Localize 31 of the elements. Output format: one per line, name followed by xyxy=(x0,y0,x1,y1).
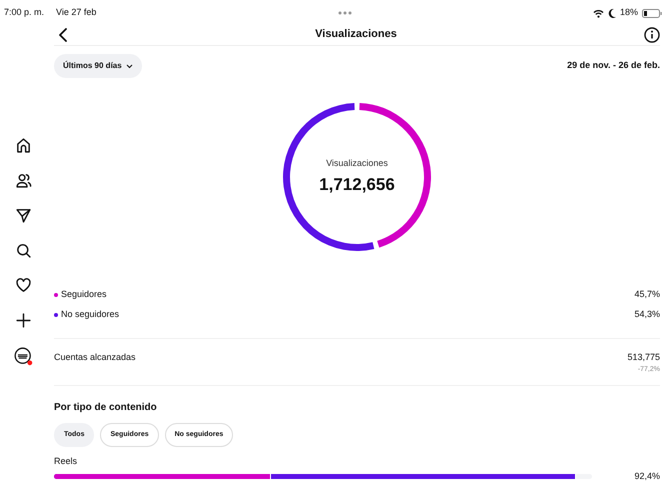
plus-icon[interactable] xyxy=(14,312,32,329)
content-value: 92,4% xyxy=(634,470,660,483)
wifi-icon xyxy=(592,8,604,18)
heart-icon[interactable] xyxy=(14,277,32,294)
info-icon[interactable] xyxy=(644,26,660,42)
people-icon[interactable] xyxy=(14,172,32,189)
date-range: 29 de nov. - 26 de feb. xyxy=(567,59,660,72)
chevron-down-icon xyxy=(126,64,133,68)
status-date: Vie 27 feb xyxy=(56,6,96,20)
page-title: Visualizaciones xyxy=(315,27,397,42)
moon-icon xyxy=(608,8,616,18)
reach-value: 513,775 xyxy=(627,351,660,364)
status-time: 7:00 p. m. xyxy=(4,6,44,20)
send-icon[interactable] xyxy=(14,207,32,224)
avatar-icon[interactable] xyxy=(14,347,32,366)
dots-icon xyxy=(338,11,352,15)
legend-value: 54,3% xyxy=(634,308,660,321)
section-title: Por tipo de contenido xyxy=(54,402,157,414)
legend-label: No seguidores xyxy=(61,308,120,321)
period-dropdown[interactable]: Últimos 90 días xyxy=(54,54,142,78)
legend-label: Seguidores xyxy=(61,288,107,301)
chart-label: Visualizaciones xyxy=(326,156,388,170)
home-icon[interactable] xyxy=(14,137,32,154)
legend-value: 45,7% xyxy=(634,288,660,301)
battery-percent: 18% xyxy=(620,6,638,20)
battery-icon xyxy=(642,8,662,18)
search-icon[interactable] xyxy=(14,242,32,259)
back-icon[interactable] xyxy=(58,28,68,42)
reach-label: Cuentas alcanzadas xyxy=(54,351,136,364)
total-views: 1,712,656 xyxy=(319,174,395,196)
content-label: Reels xyxy=(54,456,78,467)
